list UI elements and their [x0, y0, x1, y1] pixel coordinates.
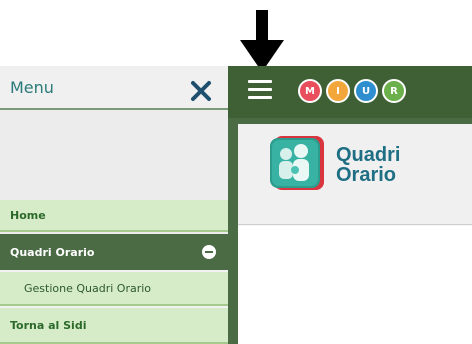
top-bar: M I U R: [228, 66, 472, 118]
sidebar-item-torna-al-sidi[interactable]: Torna al Sidi: [0, 308, 228, 344]
logo-letter: I: [326, 79, 350, 103]
logo-letter: U: [354, 79, 378, 103]
app-title-line2: Orario: [336, 164, 397, 186]
sidebar-menu: Menu Home Quadri Orario Gestione Quadri …: [0, 66, 228, 344]
quadri-orario-app-icon: [270, 136, 324, 190]
sidebar-item-gestione-quadri-orario[interactable]: Gestione Quadri Orario: [0, 272, 228, 306]
logo-letter: R: [382, 79, 406, 103]
sidebar-header: Menu: [0, 66, 228, 110]
menu-title: Menu: [10, 78, 54, 97]
sidebar-item-label: Home: [10, 208, 46, 222]
close-icon[interactable]: [190, 80, 212, 102]
app-title: Quadri Orario: [336, 145, 400, 185]
hamburger-menu-icon[interactable]: [248, 80, 272, 100]
annotation-arrow-icon: [240, 10, 284, 72]
sidebar-item-home[interactable]: Home: [0, 200, 228, 232]
app-title-line1: Quadri: [336, 144, 401, 166]
sidebar-item-quadri-orario[interactable]: Quadri Orario: [0, 234, 228, 270]
sidebar-item-label: Quadri Orario: [10, 245, 95, 259]
logo-letter: M: [298, 79, 322, 103]
app-body: [238, 226, 472, 344]
collapse-minus-icon[interactable]: [202, 245, 216, 259]
sidebar-item-label: Torna al Sidi: [10, 318, 87, 332]
miur-logo: M I U R: [298, 79, 410, 103]
sidebar-item-label: Gestione Quadri Orario: [24, 281, 152, 295]
